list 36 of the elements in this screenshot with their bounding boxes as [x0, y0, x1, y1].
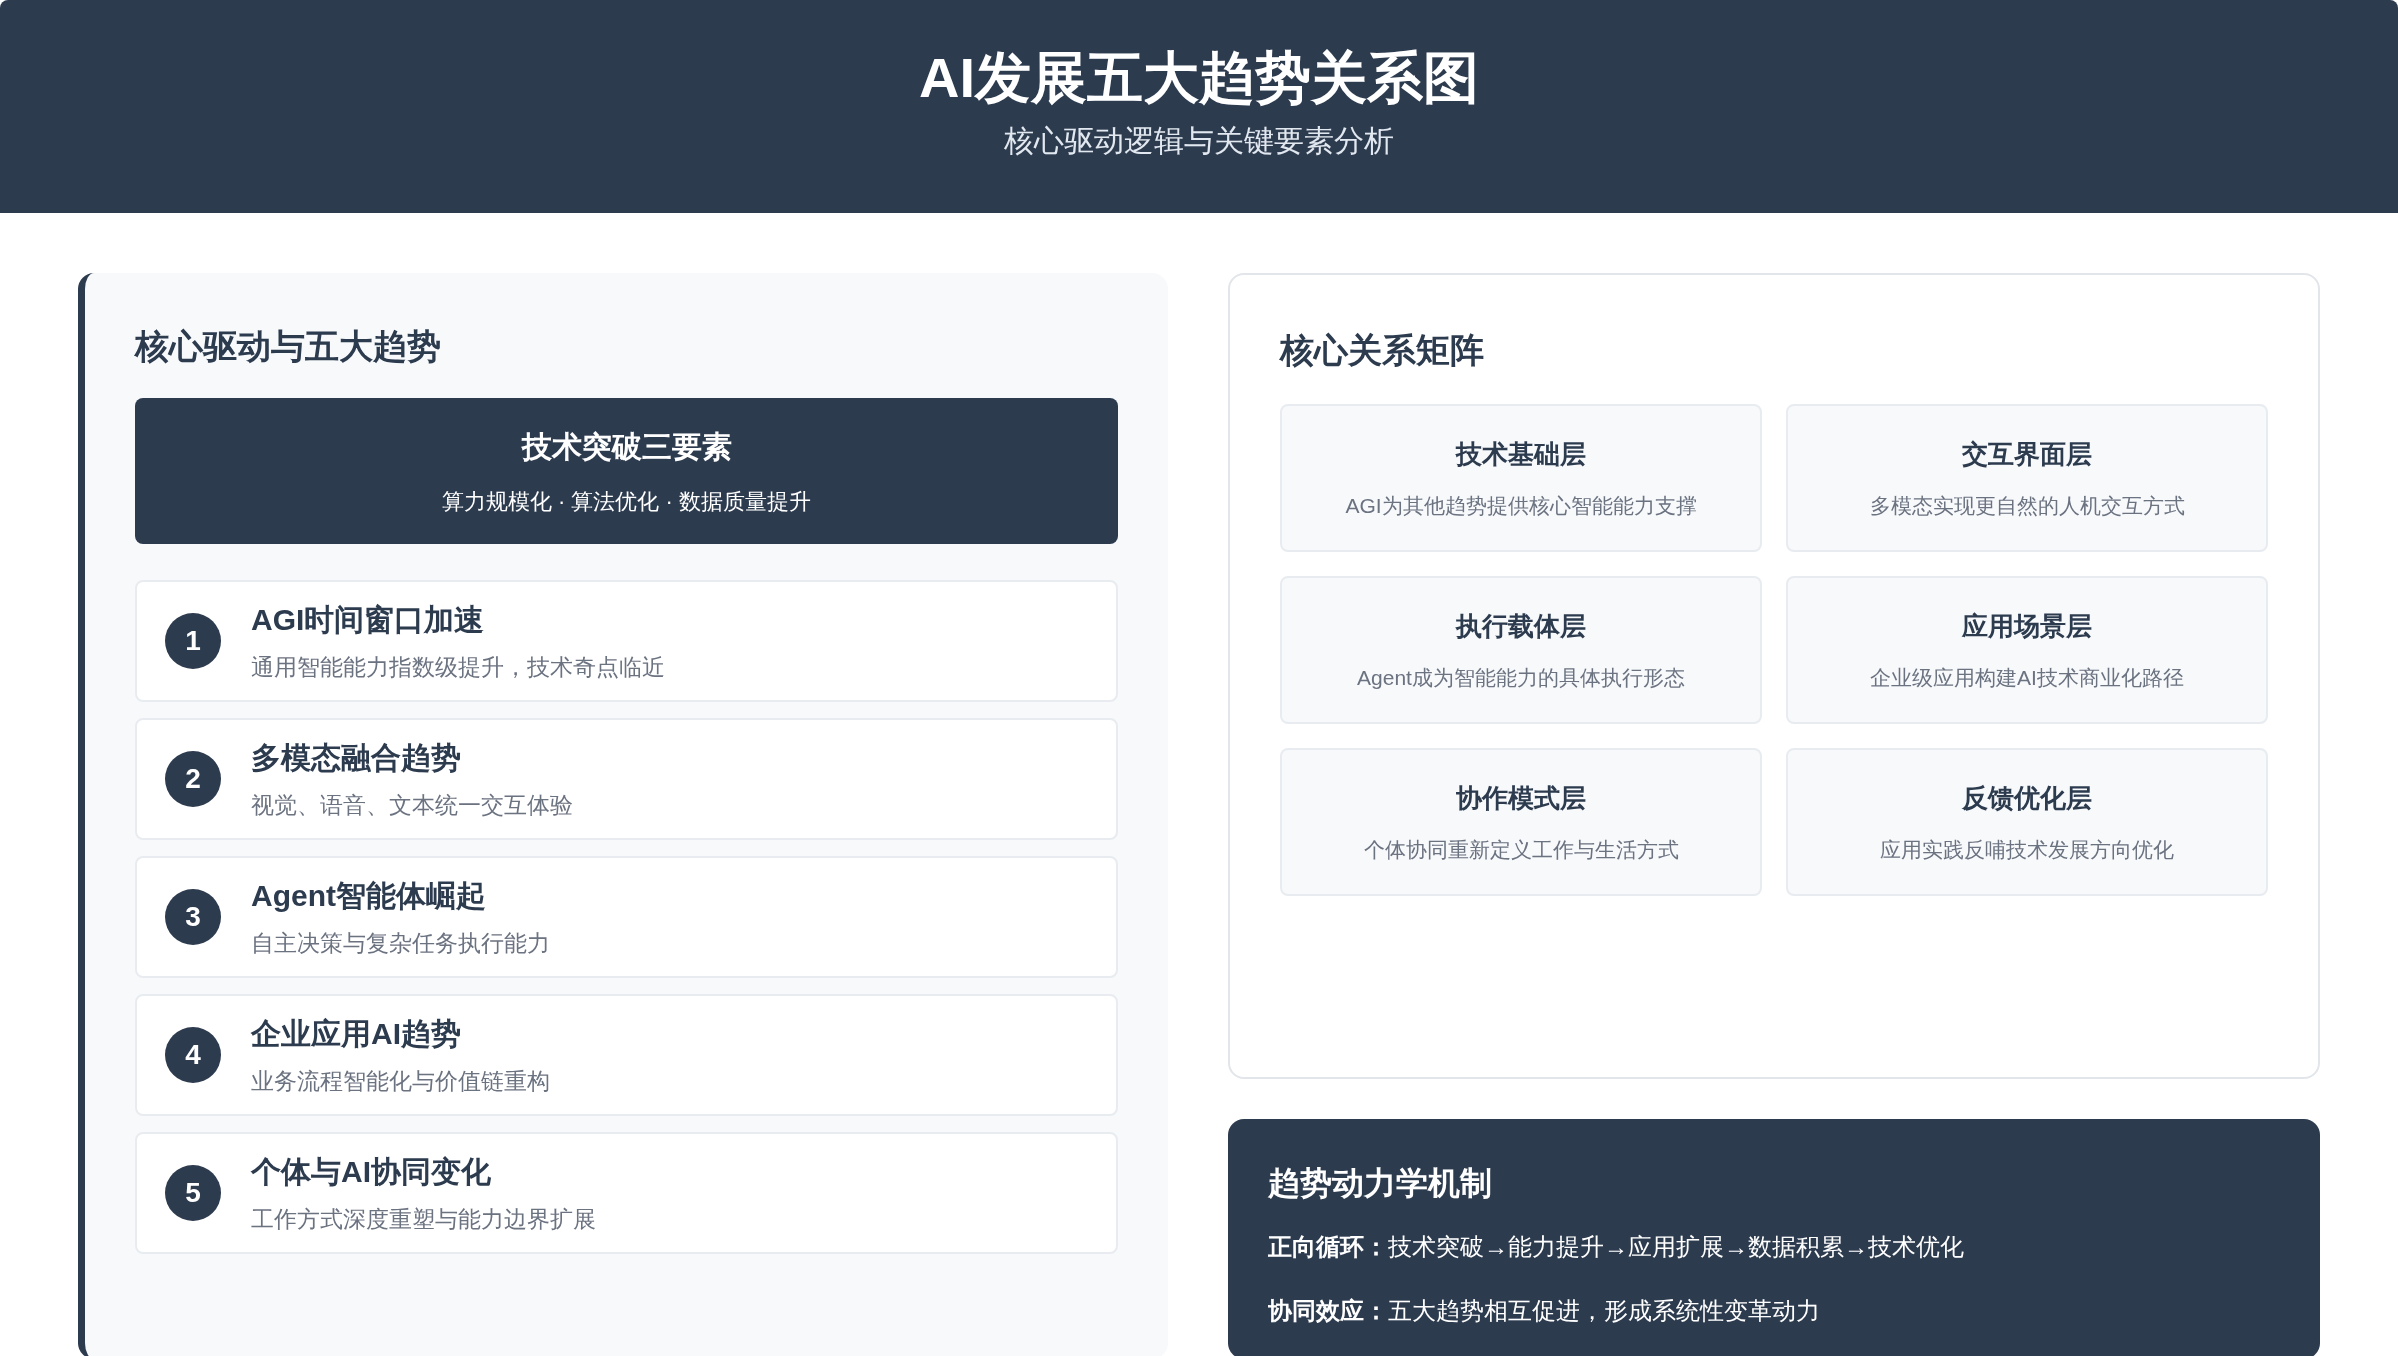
trend-title: Agent智能体崛起: [251, 878, 487, 915]
trend-title: 多模态融合趋势: [251, 740, 462, 777]
trend-description: 视觉、语音、文本统一交互体验: [251, 791, 573, 821]
panel-title: 核心驱动与五大趋势: [135, 326, 442, 367]
trend-description: 业务流程智能化与价值链重构: [251, 1067, 550, 1097]
trend-description: 工作方式深度重塑与能力边界扩展: [251, 1205, 596, 1235]
matrix-description: 多模态实现更自然的人机交互方式: [1869, 492, 2185, 519]
trend-title: AGI时间窗口加速: [251, 602, 486, 639]
dynamics-text: 协同效应：五大趋势相互促进，形成系统性变革动力: [1268, 1296, 1821, 1326]
matrix-title: 技术基础层: [1456, 437, 1586, 471]
trend-description: 通用智能能力指数级提升，技术奇点临近: [251, 653, 665, 683]
number-badge: 1: [165, 613, 221, 669]
number-badge: 2: [165, 751, 221, 807]
number-badge: 3: [165, 889, 221, 945]
matrix-title: 反馈优化层: [1962, 781, 2092, 815]
dynamics-title: 趋势动力学机制: [1268, 1164, 1493, 1203]
page-title: AI发展五大趋势关系图: [919, 50, 1479, 106]
driver-title: 技术突破三要素: [521, 429, 732, 465]
matrix-description: AGI为其他趋势提供核心智能能力支撑: [1345, 492, 1697, 519]
number-badge: 4: [165, 1027, 221, 1083]
page-subtitle: 核心驱动逻辑与关键要素分析: [1004, 123, 1394, 159]
matrix-title: 应用场景层: [1962, 609, 2092, 643]
number-badge: 5: [165, 1165, 221, 1221]
matrix-title: 交互界面层: [1962, 437, 2092, 471]
driver-subtitle: 算力规模化 · 算法优化 · 数据质量提升: [441, 488, 812, 516]
trend-title: 企业应用AI趋势: [251, 1016, 462, 1053]
matrix-title: 协作模式层: [1456, 781, 1586, 815]
dynamics-text: 正向循环：技术突破→能力提升→应用扩展→数据积累→技术优化: [1268, 1232, 1965, 1262]
trend-description: 自主决策与复杂任务执行能力: [251, 929, 550, 959]
trend-title: 个体与AI协同变化: [251, 1154, 492, 1191]
matrix-description: 应用实践反哺技术发展方向优化: [1880, 836, 2174, 863]
panel-title: 核心关系矩阵: [1280, 330, 1485, 371]
matrix-description: Agent成为智能能力的具体执行形态: [1357, 664, 1685, 691]
matrix-description: 企业级应用构建AI技术商业化路径: [1870, 664, 2184, 691]
matrix-title: 执行载体层: [1456, 609, 1586, 643]
matrix-description: 个体协同重新定义工作与生活方式: [1363, 836, 1679, 863]
